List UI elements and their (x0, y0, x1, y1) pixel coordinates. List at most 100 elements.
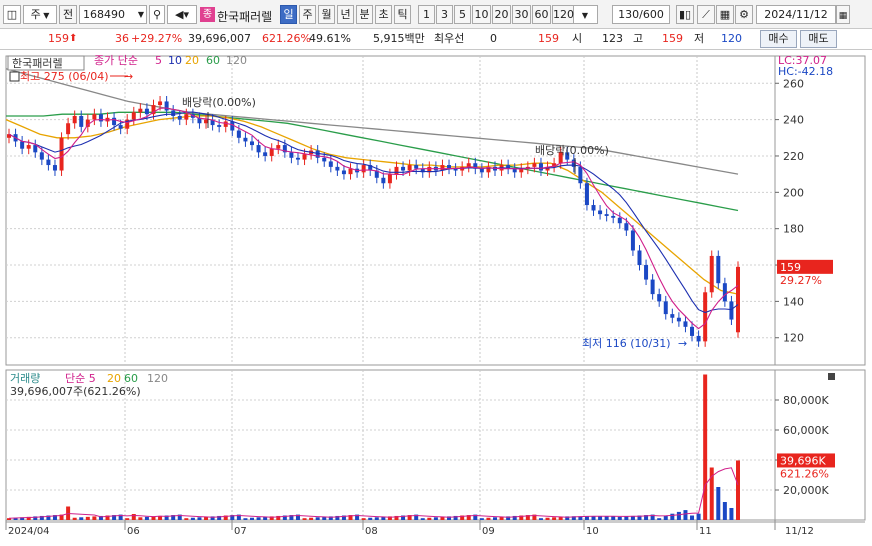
volume-axis-pane (774, 369, 866, 521)
volume-bar (703, 374, 708, 520)
candle-body (394, 166, 399, 175)
candle-body (611, 215, 616, 218)
volume-bar (256, 517, 261, 520)
candle-body (736, 266, 740, 333)
volume-bar (604, 516, 609, 520)
buy-button[interactable]: 매수 (760, 30, 797, 48)
volume-bar (309, 517, 314, 520)
period-button-4[interactable]: 분 (356, 5, 373, 24)
date-value: 2024/11/12 (764, 8, 828, 21)
volume-bar (433, 517, 438, 520)
volume-legend-3: 60 (124, 372, 138, 385)
period-button-3[interactable]: 년 (337, 5, 354, 24)
candle-body (79, 115, 84, 127)
volume-bar (598, 516, 603, 520)
period-button-6[interactable]: 틱 (394, 5, 411, 24)
interval-button-3[interactable]: 3 (436, 5, 453, 24)
line-chart-icon[interactable]: ⟋ (697, 5, 715, 24)
candle-body (578, 166, 583, 184)
candle-body (381, 177, 386, 184)
low-arrow-icon: → (678, 337, 687, 350)
volume-bar (493, 517, 497, 520)
legend-item-4: 60 (206, 54, 220, 67)
market-select[interactable]: 주 ▼ (23, 5, 57, 24)
period-button-1[interactable]: 주 (299, 5, 316, 24)
y-tick-label: 120 (783, 332, 804, 345)
candle-body (414, 165, 419, 169)
volume-bar (144, 516, 149, 520)
candle-body (401, 166, 406, 171)
stock-badge: 종 (200, 7, 215, 22)
candle-icon[interactable]: ▮▯ (676, 5, 694, 24)
current-price: 159 (48, 32, 69, 45)
interval-button-120[interactable]: 120 (552, 5, 574, 24)
candle-body (604, 214, 609, 216)
price-pane (5, 55, 776, 366)
interval-button-5[interactable]: 5 (454, 5, 471, 24)
candle-body (46, 159, 51, 166)
x-tick-label: 11 (699, 526, 712, 537)
candle-body (683, 321, 688, 327)
chart-svg[interactable]: 2024/0406070809101111/121201401601802002… (0, 50, 872, 543)
table-icon[interactable]: ▦ (716, 5, 734, 24)
legend-item-0: 종가 단순 (94, 54, 138, 67)
low-value: 120 (721, 32, 742, 45)
calendar-icon[interactable]: ▦ (836, 5, 850, 24)
sell-button[interactable]: 매도 (800, 30, 837, 48)
y-tick-label: 140 (783, 295, 804, 308)
candle-body (177, 115, 182, 120)
candle-body (243, 137, 248, 142)
period-button-5[interactable]: 초 (375, 5, 392, 24)
volume-legend-2: 20 (107, 372, 121, 385)
interval-button-20[interactable]: 20 (492, 5, 511, 24)
chart-menu-icon[interactable]: ◫ (3, 5, 21, 24)
sound-icon[interactable]: ◀▾ (167, 5, 197, 24)
priority-label: 최우선 (434, 32, 465, 45)
candle-body (407, 165, 412, 171)
volume: 39,696,007 (188, 32, 251, 45)
candle-body (479, 168, 484, 173)
chart-area: 2024/0406070809101111/121201401601802002… (0, 50, 872, 543)
candle-body (709, 255, 714, 293)
period-dropdown[interactable]: ▼ (572, 5, 598, 24)
jeon-button[interactable]: 전 (59, 5, 77, 24)
volume-bar (479, 518, 484, 520)
search-icon[interactable]: ⚲ (149, 5, 165, 24)
legend-item-1: 5 (155, 54, 162, 67)
candle-body (703, 292, 708, 342)
y-tick-label: 260 (783, 77, 804, 90)
interval-button-60[interactable]: 60 (532, 5, 551, 24)
candle-body (644, 265, 649, 280)
stock-name: 한국패러렐 (217, 10, 273, 24)
candle-body (118, 125, 123, 129)
y-tick-label: 240 (783, 114, 804, 127)
candle-body (66, 123, 71, 135)
interval-button-1[interactable]: 1 (418, 5, 435, 24)
priority-value: 0 (490, 32, 497, 45)
candle-body (466, 163, 471, 167)
date-input[interactable]: 2024/11/12 (756, 5, 836, 24)
period-button-2[interactable]: 월 (318, 5, 335, 24)
candle-body (722, 283, 727, 302)
volume-bar (690, 515, 695, 520)
candle-body (52, 165, 57, 171)
candle-body (335, 166, 340, 171)
code-input[interactable]: 168490 ▼ (79, 5, 147, 24)
price-change-pct: +29.27% (131, 32, 183, 45)
volume-bar (676, 511, 681, 520)
candle-body (98, 114, 103, 122)
settings-icon[interactable]: ⚙ (735, 5, 753, 24)
volume-bar (722, 502, 727, 520)
candle-body (72, 115, 77, 124)
period-button-0[interactable]: 일 (280, 5, 297, 24)
candle-body (538, 163, 543, 171)
open-value: 123 (602, 32, 623, 45)
volume-bar (683, 510, 688, 520)
candle-body (204, 119, 209, 124)
candle-body (598, 210, 603, 215)
volume-bar (315, 517, 320, 520)
interval-button-30[interactable]: 30 (512, 5, 531, 24)
interval-button-10[interactable]: 10 (472, 5, 491, 24)
last-pct-label: 29.27% (780, 274, 822, 287)
y-tick-label: 180 (783, 223, 804, 236)
